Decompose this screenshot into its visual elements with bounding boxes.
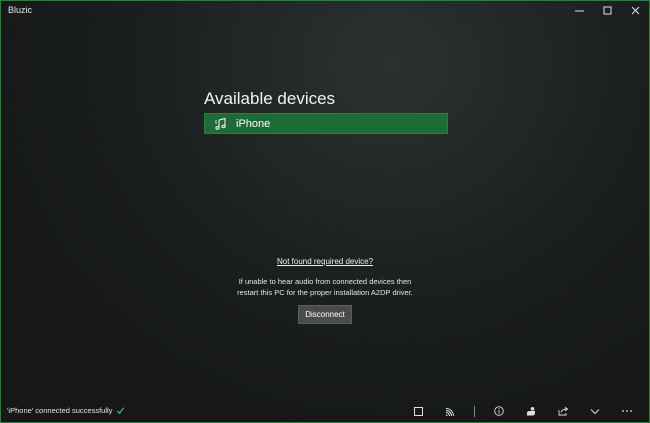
square-icon [413, 406, 423, 416]
status-bar: 'iPhone' connected successfully [1, 400, 649, 422]
info-icon [494, 406, 504, 416]
help-text-line2: restart this PC for the proper installat… [237, 288, 413, 297]
title-bar: Bluzic [1, 1, 649, 19]
devices-panel: Available devices iPhone [204, 89, 448, 134]
minimize-icon [574, 10, 584, 11]
not-found-device-link[interactable]: Not found required device? [277, 257, 373, 266]
cast-icon [445, 407, 454, 416]
toolbar [402, 403, 643, 419]
cast-button[interactable] [434, 403, 466, 419]
device-item-iphone[interactable]: iPhone [204, 113, 448, 134]
help-section: Not found required device? If unable to … [1, 251, 649, 324]
share-icon [558, 406, 568, 416]
check-icon [117, 407, 125, 415]
share-button[interactable] [547, 403, 579, 419]
feedback-icon [527, 407, 535, 416]
expand-button[interactable] [579, 403, 611, 419]
help-text: If unable to hear audio from connected d… [1, 276, 649, 298]
devices-heading: Available devices [204, 89, 336, 108]
toolbar-separator [474, 405, 475, 417]
close-button[interactable] [621, 1, 649, 19]
music-device-icon [215, 117, 226, 130]
help-text-line1: If unable to hear audio from connected d… [238, 277, 412, 286]
more-icon [622, 410, 632, 412]
maximize-button[interactable] [593, 1, 621, 19]
close-icon [631, 6, 639, 14]
info-button[interactable] [483, 403, 515, 419]
maximize-icon [603, 6, 611, 14]
chevron-down-icon [590, 408, 600, 414]
status-message: 'iPhone' connected successfully [7, 406, 113, 415]
feedback-button[interactable] [515, 403, 547, 419]
minimize-button[interactable] [565, 1, 593, 19]
device-name: iPhone [236, 117, 271, 130]
status-message-container: 'iPhone' connected successfully [7, 406, 125, 415]
disconnect-button[interactable]: Disconnect [298, 305, 352, 324]
more-button[interactable] [611, 403, 643, 419]
stop-button[interactable] [402, 403, 434, 419]
app-title: Bluzic [8, 5, 33, 15]
app-window: Bluzic Available devices iPhone Not foun… [0, 0, 650, 423]
window-controls [565, 1, 649, 19]
